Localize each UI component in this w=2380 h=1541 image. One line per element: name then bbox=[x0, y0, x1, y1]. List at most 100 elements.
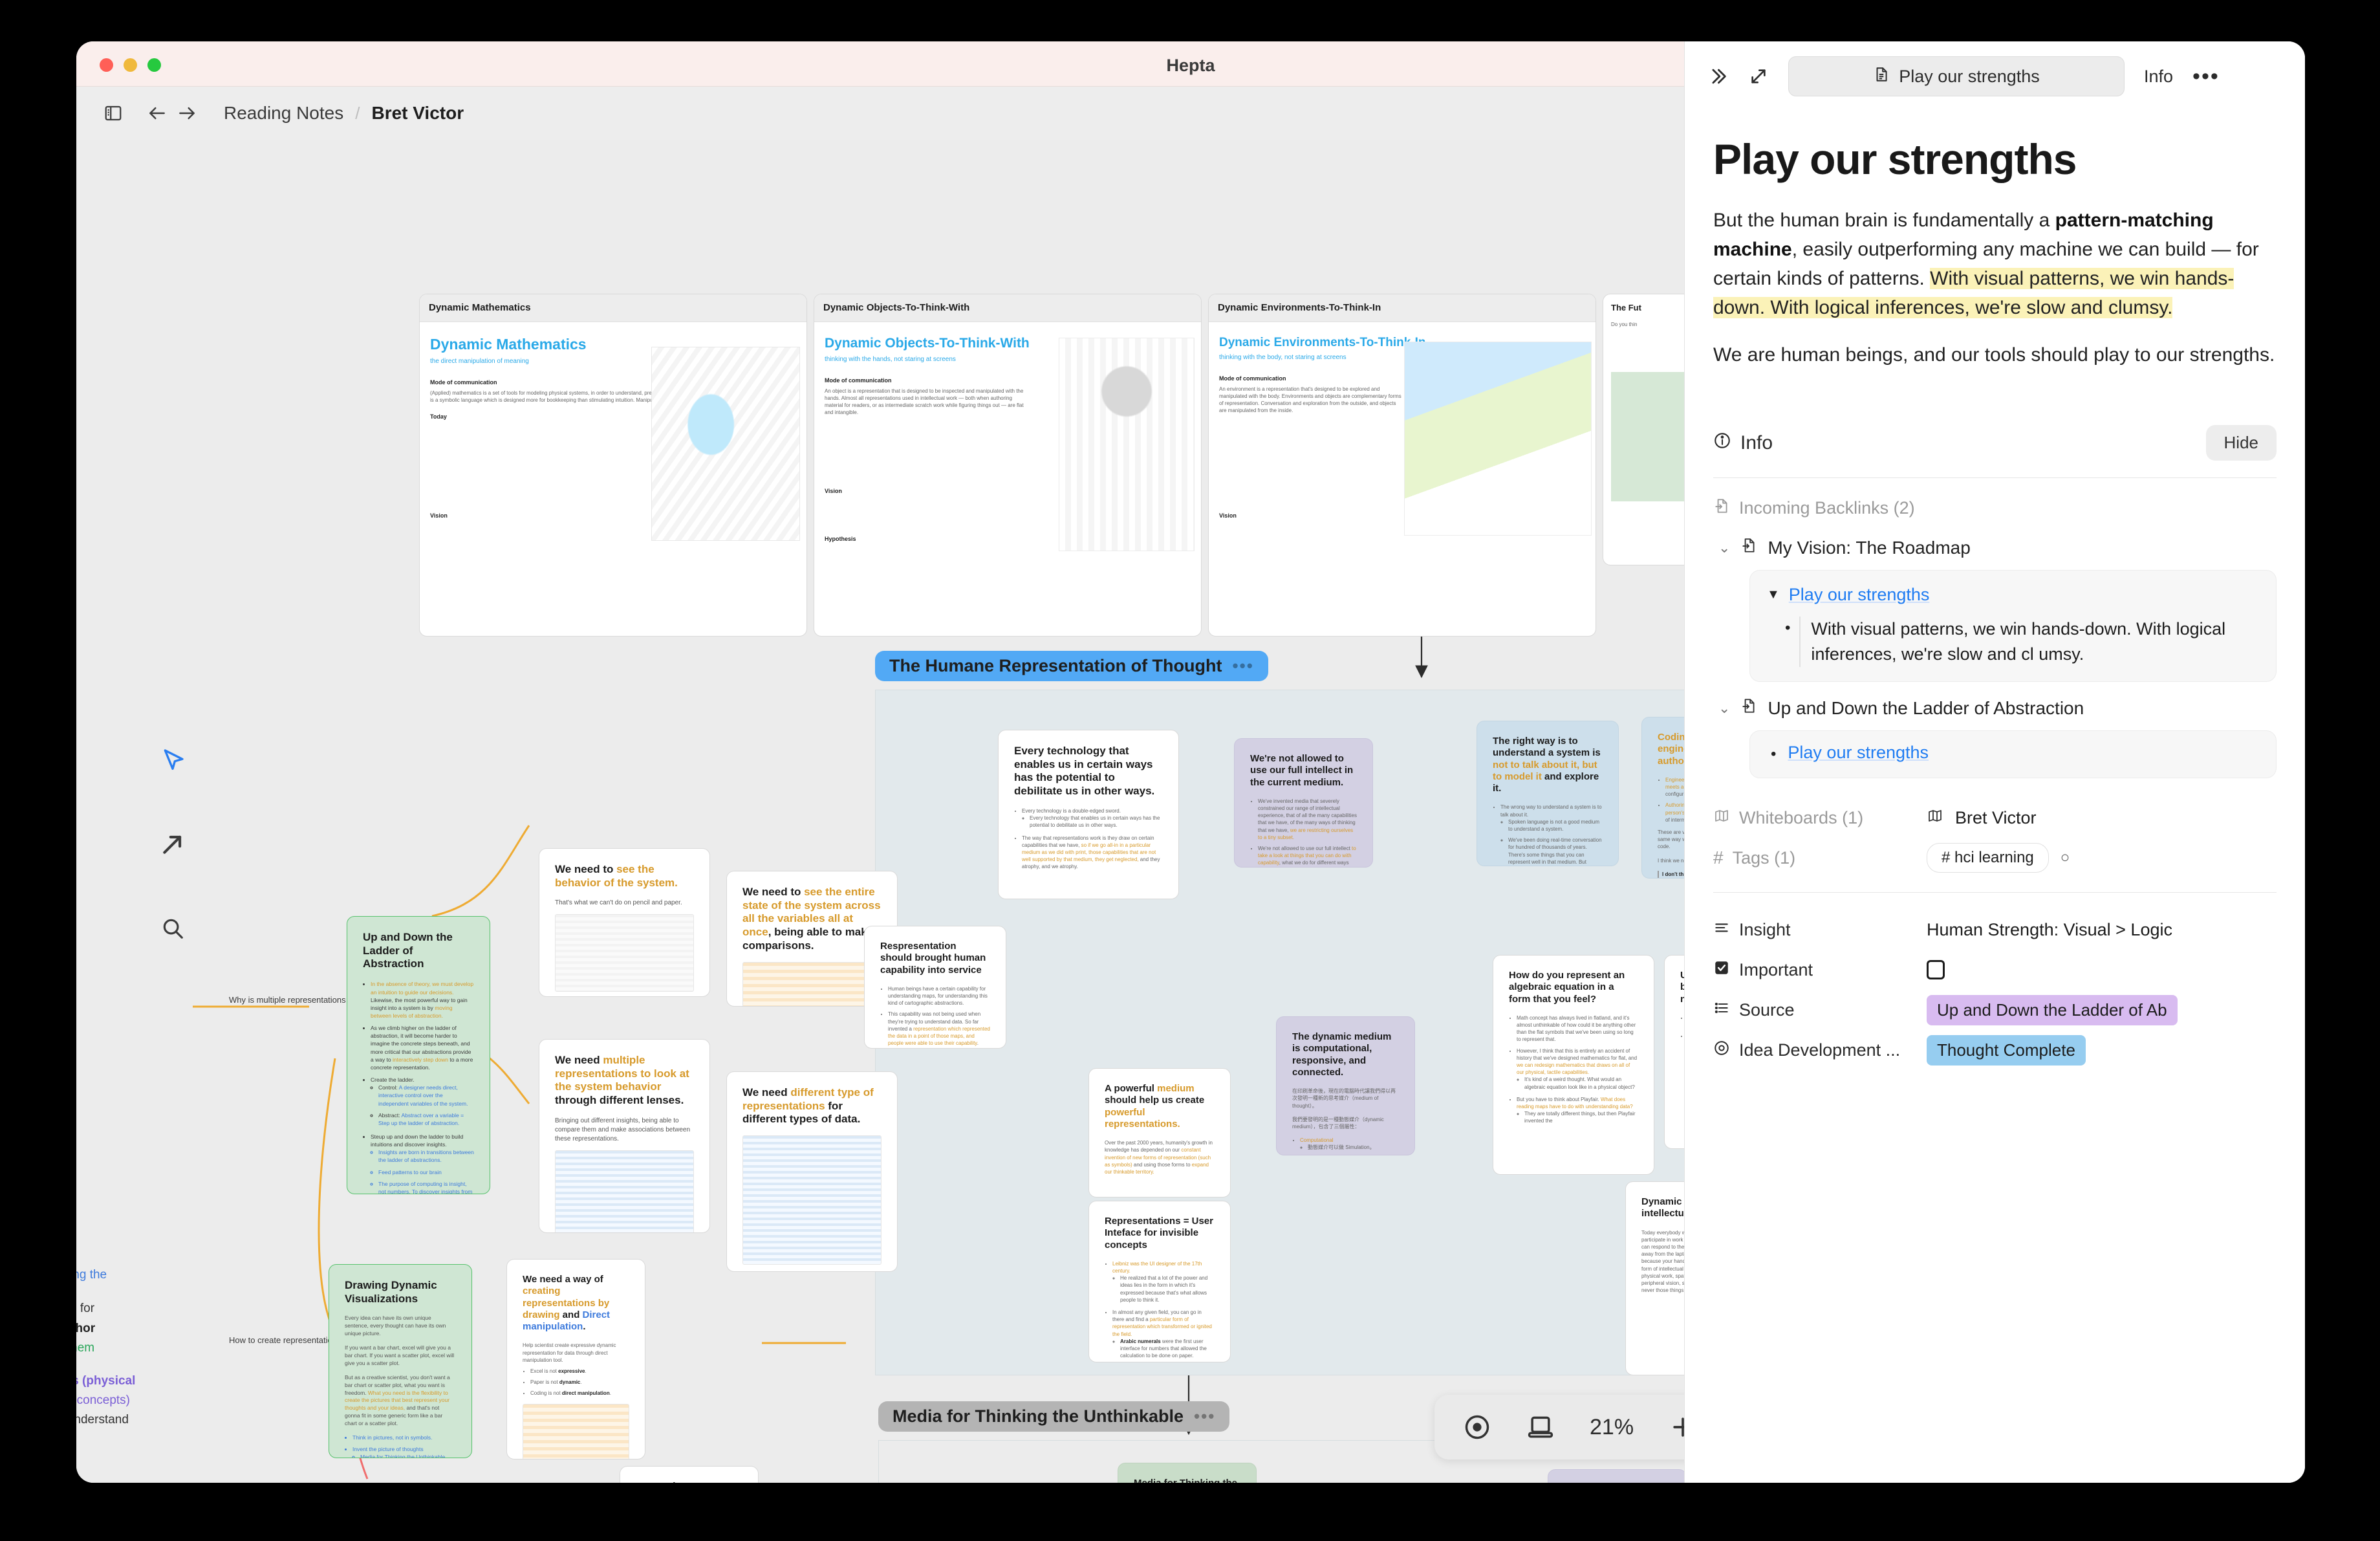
backlink-source-row[interactable]: ⌄ My Vision: The Roadmap bbox=[1718, 537, 2277, 558]
card-bullets: Leibniz was the UI designer of the 17th … bbox=[1112, 1260, 1215, 1362]
checkbox-icon bbox=[1713, 959, 1730, 981]
expand-diagonal-icon[interactable] bbox=[1748, 66, 1769, 87]
canvas-tool-palette[interactable] bbox=[154, 741, 193, 947]
slide-dynamic-environments[interactable]: Dynamic Environments-To-Think-In Dynamic… bbox=[1208, 294, 1596, 637]
property-value[interactable]: Thought Complete bbox=[1927, 1035, 2277, 1066]
card-title: Drawing Dynamic Visualizations bbox=[345, 1279, 456, 1306]
sidebar-toggle-icon[interactable] bbox=[98, 98, 128, 128]
frame-label[interactable]: The Humane Representation of Thought ••• bbox=[875, 651, 1268, 681]
frame-label[interactable]: Media for Thinking the Unthinkable ••• bbox=[878, 1401, 1229, 1432]
card-representation-human-capability[interactable]: Respresentation should brought human cap… bbox=[864, 926, 1006, 1049]
card-dynamic-medium[interactable]: The dynamic medium is computational, res… bbox=[1276, 1016, 1415, 1155]
panel-content: Play our strengths But the human brain i… bbox=[1685, 111, 2305, 1483]
add-tag-icon[interactable]: ○ bbox=[2061, 849, 2070, 867]
more-options-icon[interactable]: ••• bbox=[2192, 70, 2220, 83]
forward-arrow-icon[interactable] bbox=[172, 98, 202, 128]
backlink-quote: • With visual patterns, we win hands-dow… bbox=[1767, 617, 2259, 667]
slide-dynamic-objects[interactable]: Dynamic Objects-To-Think-With Dynamic Ob… bbox=[814, 294, 1202, 637]
focus-icon[interactable] bbox=[1463, 1413, 1491, 1441]
card-ladder-of-abstraction[interactable]: Up and Down the Ladder of Abstraction In… bbox=[347, 916, 490, 1194]
card-multiple-representations[interactable]: We need multiple representations to look… bbox=[539, 1039, 710, 1233]
card-creating-representations[interactable]: We need a way of creating representation… bbox=[506, 1259, 645, 1459]
property-key-label: Insight bbox=[1739, 920, 1791, 940]
breadcrumb-item-bret-victor[interactable]: Bret Victor bbox=[371, 103, 464, 124]
card-see-behavior[interactable]: We need to see the behavior of the syste… bbox=[539, 848, 710, 997]
card-title: The right way is to understand a system … bbox=[1493, 736, 1603, 794]
card-algebraic-equation[interactable]: How do you represent an algebraic equati… bbox=[1493, 955, 1654, 1175]
document-icon bbox=[1873, 66, 1890, 87]
doc-p1-a: But the human brain is fundamentally a bbox=[1713, 210, 2055, 231]
card-representations-user-interface[interactable]: Representations = User Inteface for invi… bbox=[1088, 1201, 1231, 1362]
info-toggle-button[interactable]: Info bbox=[2144, 67, 2173, 87]
card-not-allowed-full-intellect[interactable]: We're not allowed to use our full intell… bbox=[1234, 738, 1373, 868]
breadcrumb-item-reading-notes[interactable]: Reading Notes bbox=[224, 103, 343, 124]
app-window: Hepta Reading Notes / Bret Victor bbox=[76, 41, 2305, 1483]
chevron-down-icon[interactable]: ⌄ bbox=[1718, 700, 1730, 717]
card-title: We need different type of representation… bbox=[742, 1086, 882, 1126]
hash-icon: # bbox=[1713, 847, 1724, 868]
card-paras: 在印刷革命後，現在的電腦時代讓我們得以再次發明一種新的思考媒介（medium o… bbox=[1292, 1087, 1399, 1130]
property-value[interactable]: # hci learning ○ bbox=[1927, 843, 2277, 873]
backlink-source-title[interactable]: Up and Down the Ladder of Abstraction bbox=[1768, 698, 2084, 719]
property-value[interactable]: Bret Victor bbox=[1927, 808, 2277, 828]
panel-header: Play our strengths Info ••• bbox=[1685, 41, 2305, 111]
source-chip[interactable]: Up and Down the Ladder of Ab bbox=[1927, 995, 2178, 1025]
divider bbox=[1713, 477, 2277, 478]
property-value-label[interactable]: Bret Victor bbox=[1955, 808, 2037, 828]
card-title: We need multiple representations to look… bbox=[555, 1054, 694, 1108]
triangle-down-icon[interactable]: ▼ bbox=[1767, 587, 1780, 602]
property-row-whiteboards: Whiteboards (1) Bret Victor bbox=[1713, 798, 2277, 838]
card-title: Respresentation should brought human cap… bbox=[880, 941, 990, 976]
chevron-down-icon[interactable]: ⌄ bbox=[1718, 540, 1730, 556]
backlink-link[interactable]: Play our strengths bbox=[1789, 585, 1930, 605]
frame-menu-icon[interactable]: ••• bbox=[1194, 1406, 1215, 1426]
card-image bbox=[555, 914, 694, 992]
card-right-way-model-it[interactable]: The right way is to understand a system … bbox=[1477, 721, 1619, 866]
important-checkbox[interactable] bbox=[1927, 960, 1945, 979]
back-arrow-icon[interactable] bbox=[142, 98, 172, 128]
slide-body: An environment is a representation that'… bbox=[1219, 386, 1402, 415]
frame-menu-icon[interactable]: ••• bbox=[1233, 656, 1254, 676]
card-create-abstractions[interactable]: We need to create abstractions over the … bbox=[620, 1466, 759, 1483]
property-key: Source bbox=[1713, 1000, 1927, 1021]
property-value[interactable] bbox=[1927, 960, 2277, 979]
backlink-source-row-2[interactable]: ⌄ Up and Down the Ladder of Abstraction bbox=[1718, 697, 2277, 719]
card-powerful-medium[interactable]: A powerful medium should help us create … bbox=[1088, 1068, 1231, 1197]
present-icon[interactable] bbox=[1526, 1413, 1555, 1441]
backlink-link[interactable]: Play our strengths bbox=[1788, 743, 1929, 766]
property-value[interactable]: Human Strength: Visual > Logic bbox=[1927, 920, 2277, 940]
document-pill-label: Play our strengths bbox=[1899, 67, 2040, 87]
arrow-tool-icon[interactable] bbox=[154, 825, 191, 863]
card-sub: That's what we can't do on pencil and pa… bbox=[555, 899, 694, 908]
card-paras: Every idea can have its own unique sente… bbox=[345, 1315, 456, 1458]
slide-dynamic-mathematics[interactable]: Dynamic Mathematics Dynamic Mathematics … bbox=[419, 294, 807, 637]
card-drawing-dynamic-visualizations[interactable]: Drawing Dynamic Visualizations Every ide… bbox=[329, 1264, 472, 1458]
incoming-backlinks-label-group: Incoming Backlinks (2) bbox=[1713, 497, 2277, 519]
backlink-doc-icon bbox=[1740, 537, 1757, 558]
divider bbox=[1713, 892, 2277, 893]
breadcrumb-separator: / bbox=[355, 104, 360, 124]
card-criteria-dynamic-representations[interactable]: Criteria for good dynamic representation… bbox=[1548, 1469, 1687, 1483]
doc-paragraph-2: We are human beings, and our tools shoul… bbox=[1713, 340, 2277, 369]
status-badge[interactable]: # hci learning bbox=[1927, 843, 2049, 873]
chevron-double-right-icon[interactable] bbox=[1707, 65, 1729, 87]
slide-body: An object is a representation that is de… bbox=[825, 388, 1026, 417]
backlink-source-title[interactable]: My Vision: The Roadmap bbox=[1768, 538, 1970, 558]
card-different-types[interactable]: We need different type of representation… bbox=[726, 1071, 898, 1272]
backlink-link-row-2[interactable]: • Play our strengths bbox=[1767, 743, 2259, 766]
cursor-tool-icon[interactable] bbox=[154, 741, 191, 779]
card-title: How do you represent an algebraic equati… bbox=[1509, 970, 1638, 1005]
card-every-technology[interactable]: Every technology that enables us in cert… bbox=[998, 730, 1179, 899]
backlink-link-row[interactable]: ▼ Play our strengths bbox=[1767, 585, 2259, 605]
document-pill-button[interactable]: Play our strengths bbox=[1788, 56, 2125, 96]
search-tool-icon[interactable] bbox=[154, 910, 191, 947]
idea-development-chip[interactable]: Thought Complete bbox=[1927, 1035, 2086, 1066]
hide-info-button[interactable]: Hide bbox=[2206, 425, 2277, 461]
card-sub: Help scientist create expressive dynamic… bbox=[523, 1342, 629, 1364]
card-bullets: Excel is not expressive. Paper is not dy… bbox=[530, 1368, 629, 1397]
card-media-thinking-unthinkable[interactable]: Media for Thinking the Unthinkable 媒介是思考… bbox=[1118, 1463, 1257, 1483]
property-value[interactable]: Up and Down the Ladder of Ab bbox=[1927, 995, 2277, 1025]
card-image bbox=[742, 1135, 882, 1265]
card-title: Every technology that enables us in cert… bbox=[1014, 745, 1163, 798]
backlink-quote-text: With visual patterns, we win hands-down.… bbox=[1799, 617, 2259, 667]
